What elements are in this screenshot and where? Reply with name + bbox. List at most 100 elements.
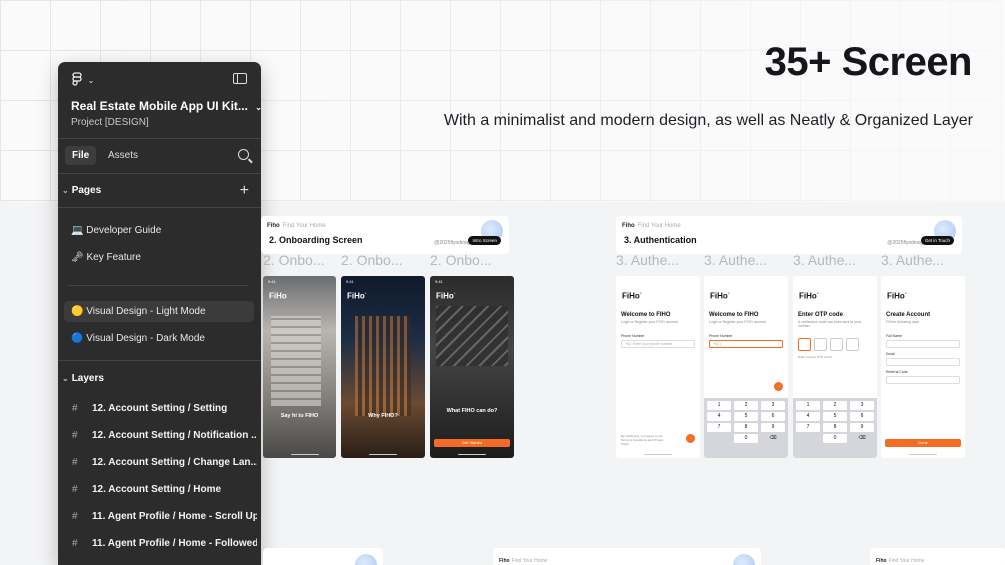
email-input[interactable] [886,358,960,366]
full-name-input[interactable] [886,340,960,348]
layer-item[interactable]: #12. Account Setting / Setting [72,403,257,414]
key[interactable]: 2 [734,401,758,410]
frame-brand: Fiho Find Your Home [876,558,925,564]
backspace-icon[interactable]: ⌫ [761,434,785,443]
key[interactable]: 7 [796,423,820,432]
resend-text[interactable]: Didn't receive OTP code? [798,355,832,359]
key[interactable]: 5 [734,412,758,421]
frame-label[interactable]: 3. Authe... [704,252,767,268]
phone-screen-auth-1[interactable]: FiHo• Welcome to FIHO Login or Register … [616,276,700,458]
key[interactable]: 6 [850,412,874,421]
frame-label[interactable]: 2. Onbo... [263,252,324,268]
layer-item[interactable]: #12. Account Setting / Home [72,484,257,495]
figma-icon[interactable]: ⌄ [72,72,94,89]
screen-subtitle: A verification code has been sent to you… [798,320,862,328]
tab-assets[interactable]: Assets [108,150,138,161]
key[interactable]: 8 [734,423,758,432]
phone-screen-onboarding-1[interactable]: 9:41 FiHo• Say hi to FIHO [263,276,336,458]
done-button[interactable]: Done [885,439,961,447]
layer-item[interactable]: #12. Account Setting / Change Lan... [72,457,257,468]
layer-label: 12. Account Setting / Notification ... [92,430,257,441]
country-prefix: +62 [625,342,631,346]
project-title[interactable]: Real Estate Mobile App UI Kit... ⌄ [71,99,261,113]
key[interactable]: 3 [761,401,785,410]
tab-file[interactable]: File [65,146,97,165]
field-label: Referral Code [886,370,908,374]
frame-icon: # [72,457,78,468]
phone-screen-onboarding-2[interactable]: 9:41 FiHo• Why FIHO? [341,276,425,458]
country-prefix: +62 [713,342,719,346]
frame-label[interactable]: 3. Authe... [793,252,856,268]
phone-screen-auth-2[interactable]: FiHo• Welcome to FIHO Login or Register … [704,276,788,458]
layer-item[interactable]: #12. Account Setting / Notification ... [72,430,257,441]
key[interactable]: 0 [823,434,847,443]
backspace-icon[interactable]: ⌫ [850,434,874,443]
phone-screen-onboarding-3[interactable]: 9:41 FiHo• What FIHO can do? Get Started [430,276,514,458]
page-item-developer-guide[interactable]: 💻 Developer Guide [71,225,161,236]
project-subtitle: Project [DESIGN] [71,117,149,128]
layer-label: 12. Account Setting / Change Lan... [92,457,257,468]
project-title-text: Real Estate Mobile App UI Kit... [71,99,248,113]
building-image [355,316,411,416]
key[interactable]: 1 [796,401,820,410]
pages-header-label: Pages [71,185,102,196]
key[interactable]: 2 [823,401,847,410]
referral-code-input[interactable] [886,376,960,384]
key[interactable]: 4 [707,412,731,421]
frame-label[interactable]: 3. Authe... [881,252,944,268]
key[interactable]: 3 [850,401,874,410]
decorative-globe-icon [733,554,755,565]
screen-subtitle: Login or Register your FIHO account [621,320,678,324]
otp-digit-input[interactable] [798,338,811,351]
otp-digit-input[interactable] [846,338,859,351]
key[interactable]: 4 [796,412,820,421]
add-page-icon[interactable]: + [240,183,249,199]
key[interactable]: 9 [850,423,874,432]
get-started-button[interactable]: Get Started [434,439,510,447]
screen-title: Enter OTP code [798,312,843,318]
numeric-keypad: 1 2 3 4 5 6 7 8 9 0 ⌫ [793,398,877,458]
fiho-logo: FiHo• [347,291,367,301]
sidebar-toggle-icon[interactable] [233,73,247,84]
key[interactable]: 5 [823,412,847,421]
page-item-light-mode[interactable]: 🟡 Visual Design - Light Mode [64,301,254,322]
key[interactable]: 0 [734,434,758,443]
otp-digit-input[interactable] [814,338,827,351]
figma-layers-panel: ⌄ Real Estate Mobile App UI Kit... ⌄ Pro… [58,62,261,565]
frame-header-peek: Fiho Find Your Home [870,548,1005,565]
screen-title: Say hi to FIHO [280,413,319,419]
frame-title: 2. Onboarding Screen [269,235,363,245]
key[interactable]: 8 [823,423,847,432]
fiho-logo: FiHo• [710,291,730,301]
chevron-down-icon: ⌄ [62,186,69,195]
arrow-right-icon[interactable]: → [686,434,695,443]
page-item-dark-mode[interactable]: 🔵 Visual Design - Dark Mode [71,333,205,344]
layer-item[interactable]: #11. Agent Profile / Home - Followed [72,538,257,549]
fiho-logo: FiHo• [436,291,456,301]
key[interactable]: 7 [707,423,731,432]
screen-title: Welcome to FIHO [621,312,671,318]
phone-number-input[interactable]: +62 | [709,340,783,348]
layer-label: 11. Agent Profile / Home - Scroll Up [92,511,257,522]
layers-header[interactable]: ⌄ Layers [62,373,104,384]
terms-text: By continuing, you agree to our Terms & … [621,434,664,446]
fiho-logo: FiHo• [887,291,907,301]
layer-item[interactable]: #11. Agent Profile / Home - Scroll Up [72,511,257,522]
frame-label[interactable]: 3. Authe... [616,252,679,268]
otp-digit-input[interactable] [830,338,843,351]
phone-number-input[interactable]: +62 Enter your phone number [621,340,695,348]
arrow-right-icon[interactable]: → [774,382,783,391]
key[interactable]: 1 [707,401,731,410]
frame-icon: # [72,484,78,495]
frame-label[interactable]: 2. Onbo... [430,252,491,268]
key[interactable]: 9 [761,423,785,432]
frame-label[interactable]: 2. Onbo... [341,252,402,268]
home-indicator [644,453,672,455]
page-item-key-feature[interactable]: 🗝 Key Feature [71,252,141,263]
key[interactable]: 6 [761,412,785,421]
frame-brand: Fiho Find Your Home [267,223,326,229]
pages-header[interactable]: ⌄ Pages [62,185,101,196]
phone-screen-auth-4[interactable]: FiHo• Create Account Fill the following … [881,276,965,458]
search-icon[interactable] [238,149,249,160]
phone-screen-auth-3[interactable]: FiHo• Enter OTP code A verification code… [793,276,877,458]
